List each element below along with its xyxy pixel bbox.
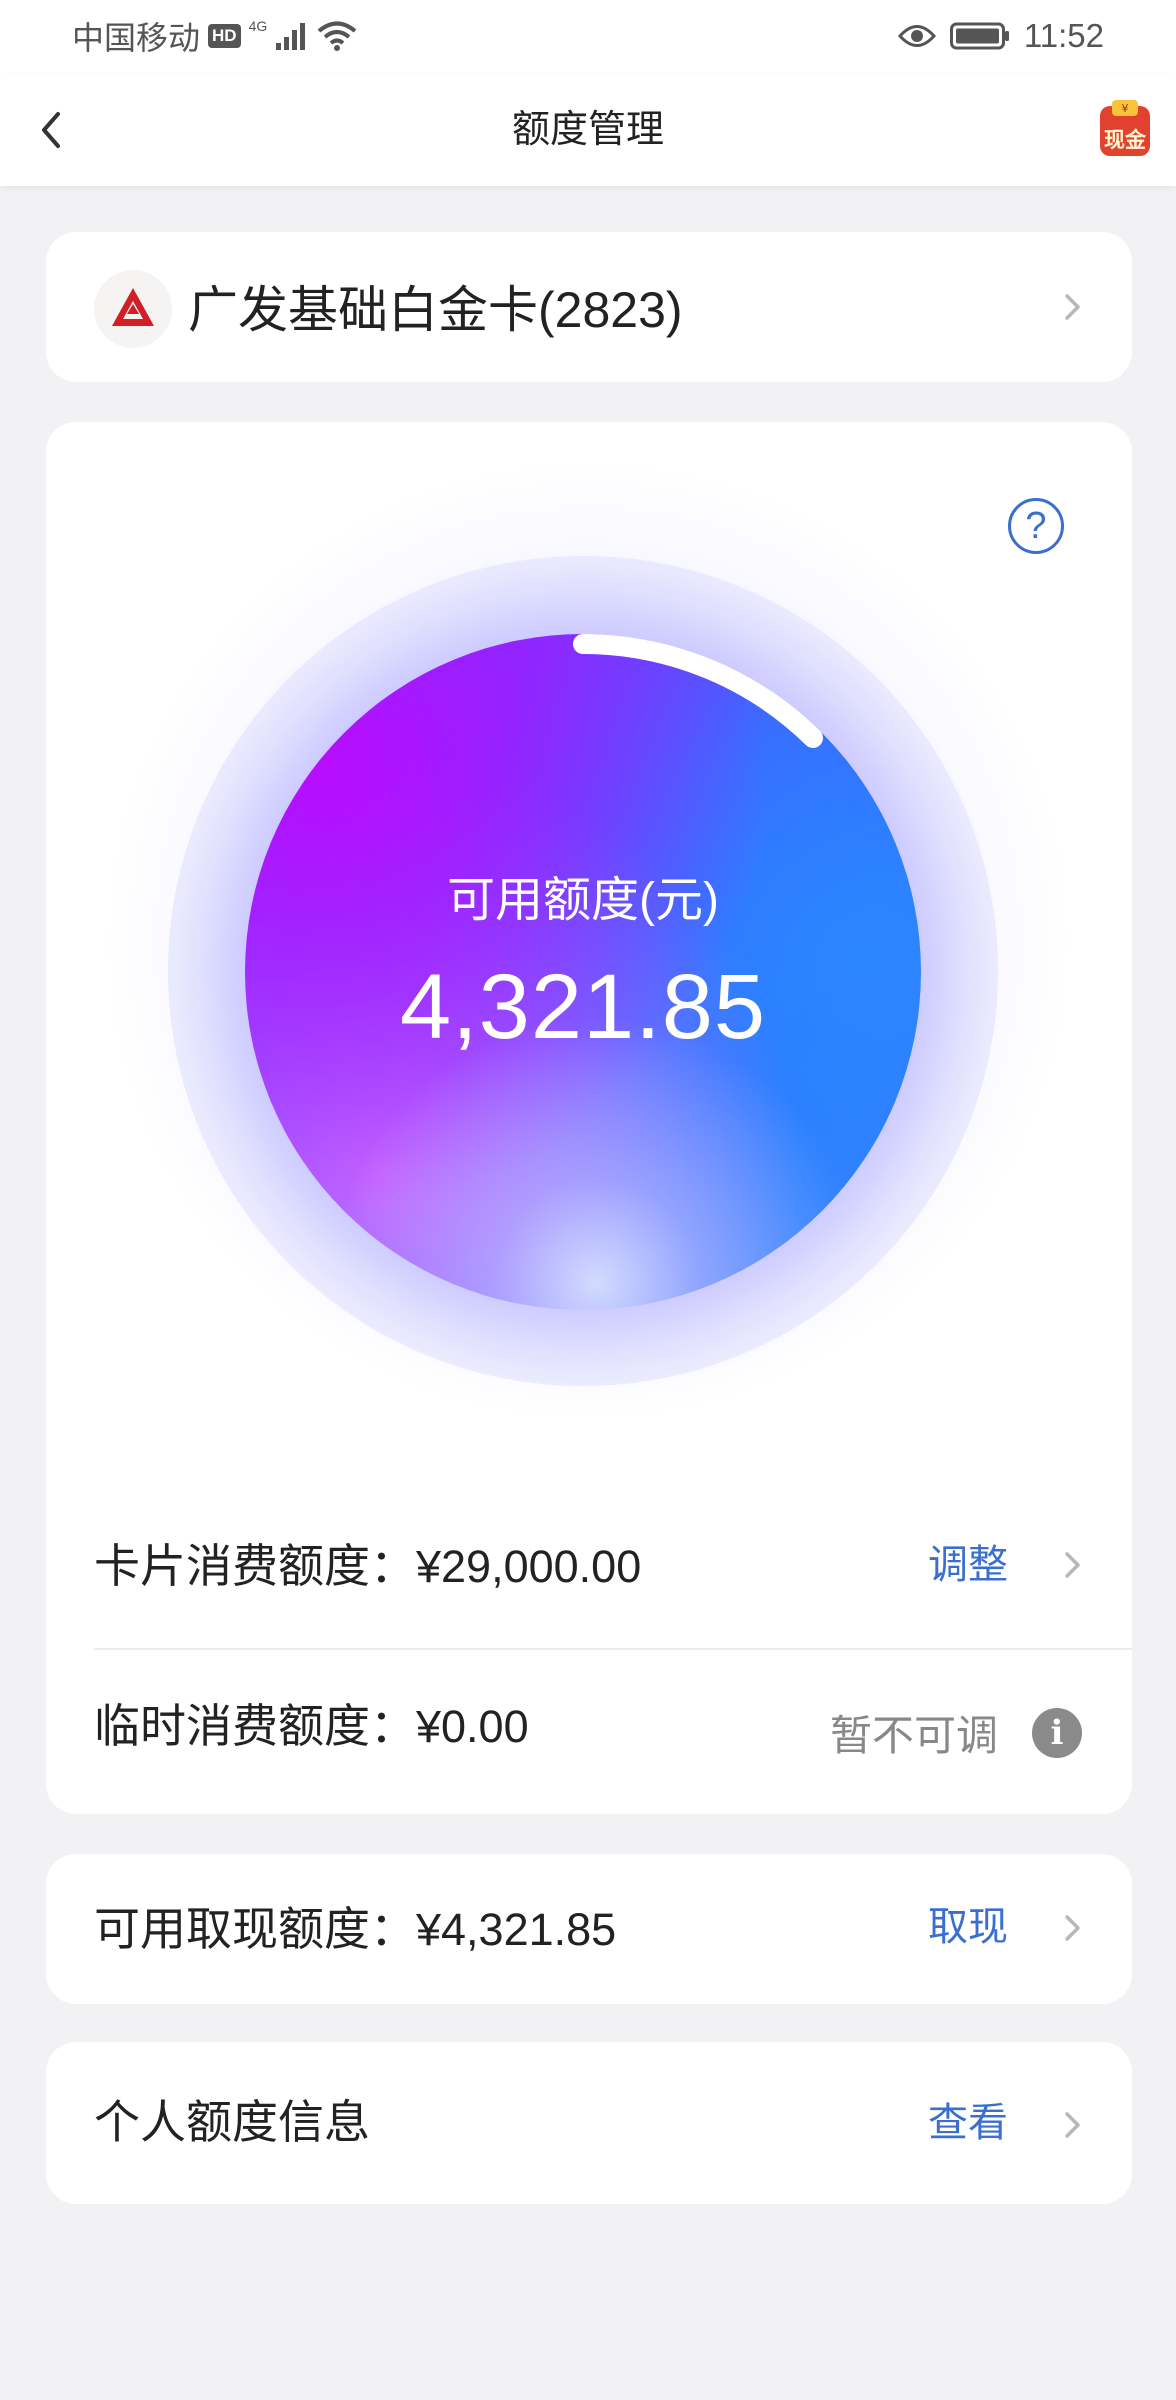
personal-limit-label: 个人额度信息	[94, 2096, 370, 2148]
page-title: 额度管理	[511, 109, 664, 151]
wifi-icon	[317, 21, 357, 51]
card-limit-value: ¥29,000.00	[416, 1541, 642, 1592]
row-divider	[94, 1648, 1132, 1650]
available-balance-orb: 可用额度(元) 4,321.85	[245, 634, 921, 1310]
not-adjustable-text: 暂不可调	[830, 1712, 999, 1759]
balance-orb-area: 可用额度(元) 4,321.85	[110, 466, 1066, 1416]
cash-badge-icon[interactable]: ¥ 现金	[1096, 100, 1154, 158]
svg-text:¥: ¥	[1122, 102, 1129, 115]
cash-limit-card[interactable]: 可用取现额度：¥4,321.85 取现	[46, 1854, 1132, 2004]
battery-icon	[949, 22, 1009, 50]
card-name: 广发基础白金卡(2823)	[188, 282, 683, 338]
chevron-right-icon	[1065, 2112, 1080, 2138]
help-question-icon[interactable]: ?	[1008, 498, 1064, 554]
carrier-name: 中国移动	[72, 20, 201, 56]
card-limit-label: 卡片消费额度：¥29,000.00	[94, 1538, 641, 1595]
temp-limit-value: ¥0.00	[416, 1701, 529, 1752]
cash-limit-value: ¥4,321.85	[416, 1904, 617, 1955]
network-type: 4G	[248, 18, 268, 34]
info-icon[interactable]: i	[1032, 1708, 1082, 1758]
status-right: 11:52	[897, 14, 1104, 58]
status-left: 中国移动 HD 4G	[72, 14, 357, 58]
card-limit-title: 卡片消费额度：	[94, 1540, 416, 1592]
signal-icon	[276, 23, 306, 50]
temp-limit-title: 临时消费额度：	[94, 1700, 416, 1752]
cash-limit-label: 可用取现额度：¥4,321.85	[94, 1901, 616, 1958]
cash-badge-text: 现金	[1104, 128, 1147, 152]
status-bar: 中国移动 HD 4G 11:52	[0, 0, 1176, 74]
withdraw-link[interactable]: 取现	[928, 1902, 1008, 1952]
eye-icon	[897, 25, 936, 47]
adjust-link[interactable]: 调整	[928, 1540, 1008, 1590]
clock: 11:52	[1023, 17, 1104, 54]
chevron-right-icon	[1065, 1915, 1080, 1941]
temp-limit-label: 临时消费额度：¥0.00	[94, 1698, 529, 1755]
hd-icon: HD	[208, 24, 241, 48]
personal-limit-card[interactable]: 个人额度信息 查看	[46, 2042, 1132, 2204]
view-link[interactable]: 查看	[928, 2098, 1008, 2148]
chevron-right-icon	[1065, 1552, 1080, 1578]
chevron-right-icon	[1065, 294, 1080, 320]
bank-logo-icon	[94, 270, 172, 348]
credit-limit-card: 可用额度(元) 4,321.85 ? 卡片消费额度：¥29,000.00 调整 …	[46, 422, 1132, 1814]
nav-bar: 额度管理 ¥ 现金	[0, 74, 1176, 186]
cash-limit-title: 可用取现额度：	[94, 1903, 416, 1955]
card-selector[interactable]: 广发基础白金卡(2823)	[46, 232, 1132, 382]
available-balance-label: 可用额度(元)	[447, 874, 719, 927]
available-balance-value: 4,321.85	[399, 956, 767, 1058]
